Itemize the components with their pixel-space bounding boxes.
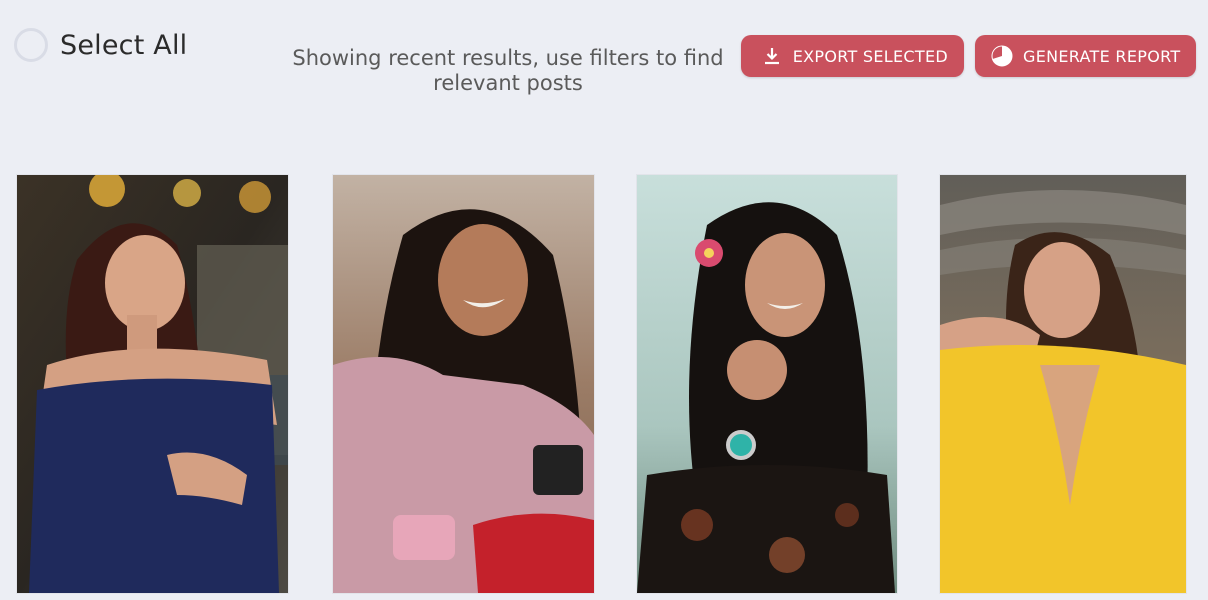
export-selected-button[interactable]: EXPORT SELECTED — [741, 35, 964, 77]
post-image-3 — [637, 175, 897, 593]
post-image-4 — [940, 175, 1186, 593]
post-card-4[interactable] — [940, 175, 1186, 593]
post-card-3[interactable] — [637, 175, 897, 593]
results-info-text: Showing recent results, use filters to f… — [292, 46, 724, 95]
select-all-label: Select All — [60, 29, 188, 61]
download-icon — [761, 45, 783, 67]
post-card-2[interactable] — [333, 175, 594, 593]
results-page: Select All Showing recent results, use f… — [0, 0, 1208, 600]
pie-chart-icon — [991, 45, 1013, 67]
post-card-1[interactable] — [17, 175, 288, 593]
generate-report-button[interactable]: GENERATE REPORT — [975, 35, 1196, 77]
post-image-1 — [17, 175, 288, 593]
select-all-checkbox[interactable] — [14, 28, 48, 62]
generate-report-label: GENERATE REPORT — [1023, 46, 1181, 66]
post-image-2 — [333, 175, 594, 593]
export-selected-label: EXPORT SELECTED — [792, 46, 948, 66]
select-all-control[interactable]: Select All — [14, 28, 187, 62]
